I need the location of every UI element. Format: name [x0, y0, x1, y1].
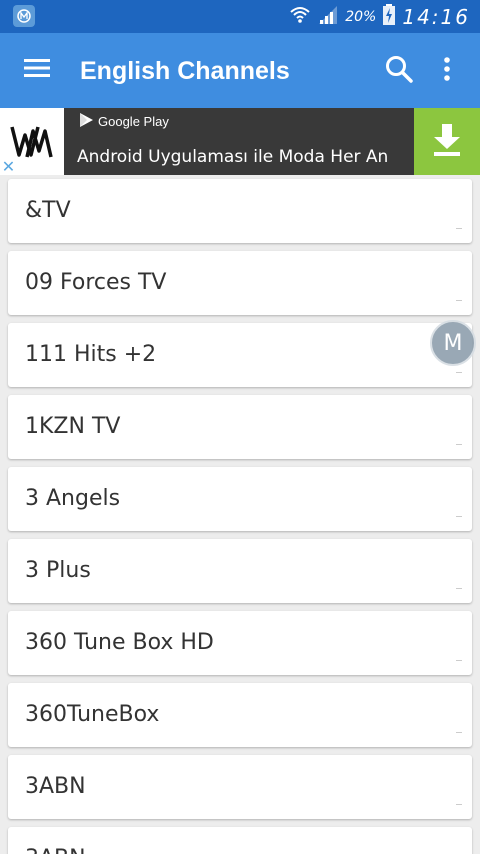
ad-store-badge: Google Play	[78, 112, 169, 131]
channel-name: 360TuneBox	[25, 702, 160, 727]
app-notification-icon	[13, 5, 35, 27]
clock: 14:16	[402, 4, 470, 29]
card-divider-mark	[456, 300, 462, 301]
ad-close-icon[interactable]: ✕	[0, 158, 17, 175]
channel-item[interactable]: 09 Forces TV	[8, 251, 472, 315]
channel-item[interactable]: 360TuneBox	[8, 683, 472, 747]
card-divider-mark	[456, 516, 462, 517]
channel-item[interactable]: &TV	[8, 179, 472, 243]
card-divider-mark	[456, 804, 462, 805]
channel-item[interactable]: 3 Angels	[8, 467, 472, 531]
ad-banner[interactable]: ✕ Google Play Android Uygulaması ile Mod…	[0, 108, 480, 175]
ad-headline: Android Uygulaması ile Moda Her An	[77, 147, 389, 167]
ad-store-name: Google Play	[98, 114, 169, 129]
menu-button[interactable]	[20, 55, 54, 85]
google-play-icon	[78, 112, 94, 131]
search-icon	[384, 54, 414, 88]
page-title: English Channels	[80, 57, 290, 85]
card-divider-mark	[456, 660, 462, 661]
more-vertical-icon	[443, 56, 451, 86]
channel-item[interactable]: 3ABN	[8, 755, 472, 819]
card-divider-mark	[456, 372, 462, 373]
channel-name: 360 Tune Box HD	[25, 630, 214, 655]
channel-item[interactable]: 1KZN TV	[8, 395, 472, 459]
status-bar: 20% 14:16	[0, 0, 480, 33]
app-bar: English Channels	[0, 33, 480, 108]
channel-name: 09 Forces TV	[25, 270, 167, 295]
channel-item[interactable]: 3 Plus	[8, 539, 472, 603]
channel-item[interactable]: 3ABN	[8, 827, 472, 854]
channel-item[interactable]: 111 Hits +2	[8, 323, 472, 387]
overflow-menu-button[interactable]	[432, 53, 462, 89]
signal-icon	[317, 5, 339, 29]
channel-name: 3ABN	[25, 845, 86, 854]
channel-list[interactable]: &TV 09 Forces TV 111 Hits +2 1KZN TV 3 A…	[0, 175, 480, 854]
card-divider-mark	[456, 444, 462, 445]
hamburger-menu-icon	[24, 58, 50, 82]
ad-download-button[interactable]	[414, 108, 480, 175]
channel-name: &TV	[25, 198, 71, 223]
download-icon	[431, 122, 463, 162]
wifi-icon	[289, 4, 311, 30]
floating-m-button[interactable]: M	[430, 320, 476, 366]
channel-name: 1KZN TV	[25, 414, 121, 439]
status-indicators: 20% 14:16	[289, 0, 470, 33]
search-button[interactable]	[381, 53, 417, 89]
channel-name: 111 Hits +2	[25, 342, 157, 367]
battery-percent: 20%	[345, 8, 377, 25]
channel-item[interactable]: 360 Tune Box HD	[8, 611, 472, 675]
battery-icon	[382, 3, 396, 30]
channel-name: 3 Angels	[25, 486, 121, 511]
card-divider-mark	[456, 228, 462, 229]
channel-name: 3ABN	[25, 774, 86, 799]
card-divider-mark	[456, 732, 462, 733]
card-divider-mark	[456, 588, 462, 589]
channel-name: 3 Plus	[25, 558, 91, 583]
